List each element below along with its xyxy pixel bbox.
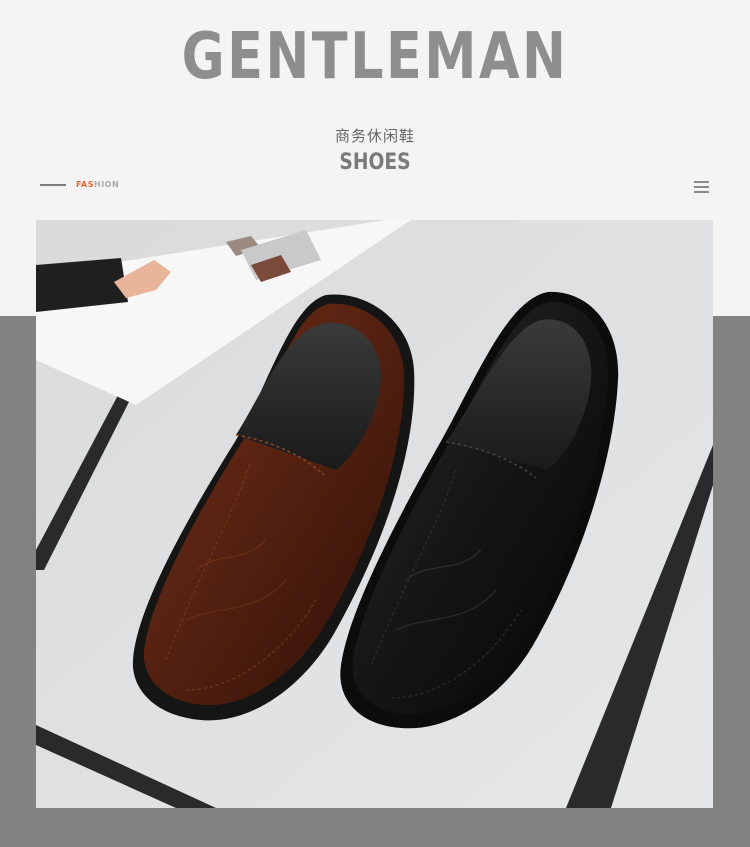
menu-bar [694, 186, 709, 188]
product-photo [36, 220, 713, 808]
fashion-tag: FASHION [76, 180, 119, 189]
subtitle-english: SHOES [339, 150, 411, 175]
menu-bar [694, 191, 709, 193]
hamburger-menu-icon[interactable] [694, 181, 709, 193]
product-photo-illustration [36, 220, 713, 808]
decorative-line [40, 184, 66, 186]
subtitle-chinese: 商务休闲鞋 [334, 127, 415, 145]
fashion-tag-rest: HION [94, 180, 120, 189]
menu-bar [694, 181, 709, 183]
page-title: GENTLEMAN [181, 20, 569, 94]
fashion-tag-accent: FAS [76, 180, 94, 189]
